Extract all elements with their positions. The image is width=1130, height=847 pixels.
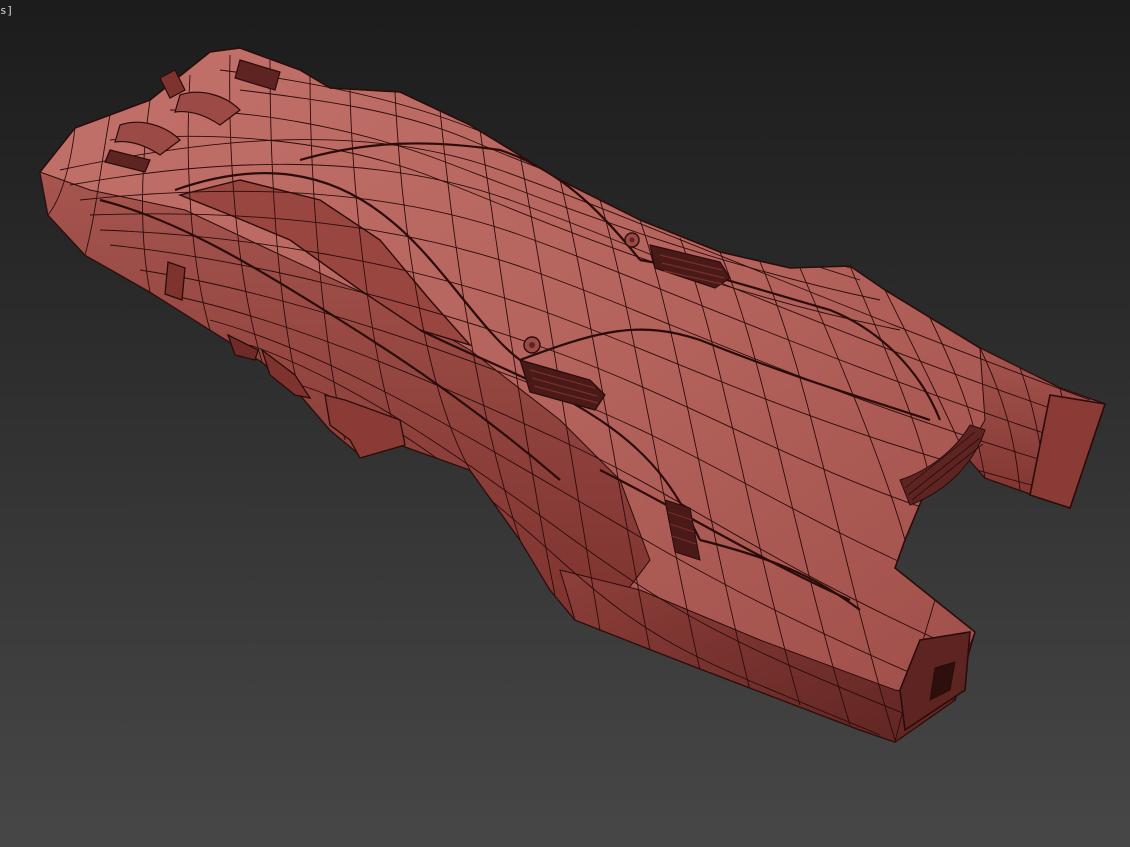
cockpit-sensor-rear: [624, 232, 640, 248]
spaceship-wireframe-model[interactable]: [0, 0, 1130, 847]
3d-viewport[interactable]: s]: [0, 0, 1130, 847]
cockpit-sensor-front: [523, 336, 541, 354]
